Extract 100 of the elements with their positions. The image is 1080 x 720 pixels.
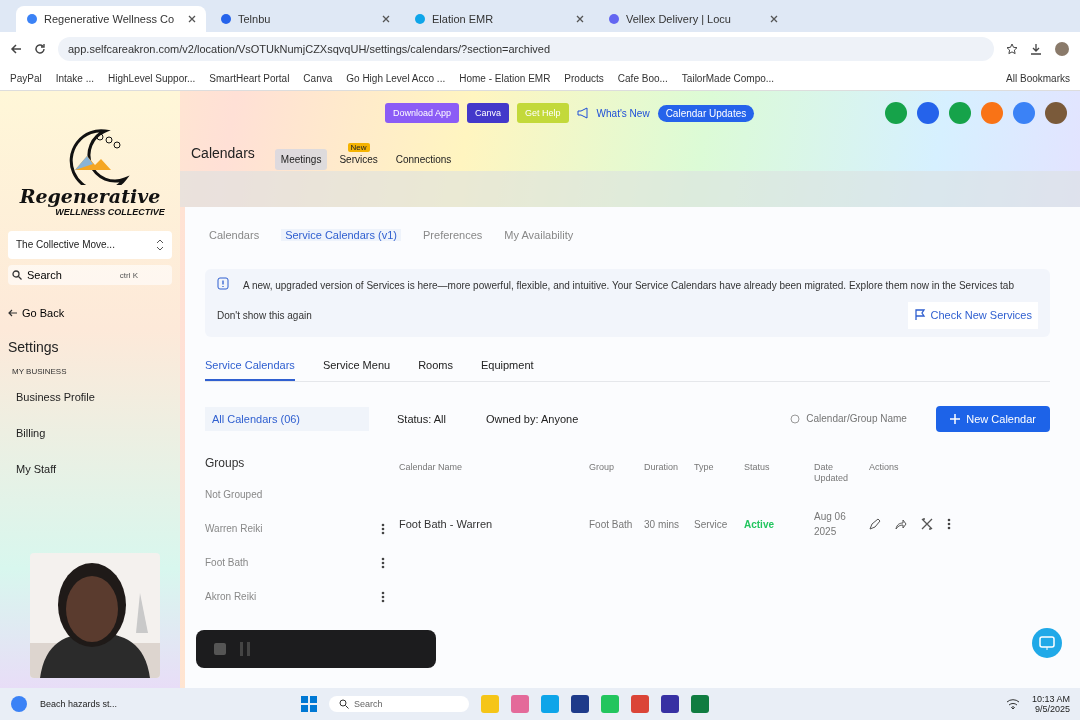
calendar-updates-button[interactable]: Calendar Updates — [657, 104, 755, 122]
weather-text: Beach hazards st... — [40, 699, 118, 709]
section-tab[interactable]: Equipment — [481, 354, 534, 381]
sidebar-item[interactable]: Billing — [8, 418, 172, 448]
bookmark[interactable]: Go High Level Acco ... — [346, 72, 446, 84]
bookmark[interactable]: Products — [564, 72, 604, 84]
site-icon[interactable] — [414, 13, 426, 25]
bookmark[interactable]: PayPal — [10, 72, 42, 84]
pencil-icon[interactable] — [869, 518, 881, 531]
sidebar-item[interactable]: Business Profile — [8, 382, 172, 412]
bookmark[interactable]: TailorMade Compo... — [681, 72, 775, 84]
clock-time: 10:13 AM — [1031, 694, 1070, 704]
column-header: Group — [588, 460, 615, 474]
close-icon[interactable] — [382, 15, 390, 23]
settings-tab[interactable]: Preferences — [423, 229, 483, 241]
bookmark[interactable]: Cafe Boo... — [617, 72, 668, 84]
owner-filter[interactable]: Owned by: Anyone — [485, 412, 579, 425]
settings-tab[interactable]: My Availability — [504, 229, 574, 241]
group-item[interactable]: Not Grouped — [205, 489, 263, 501]
settings-tab[interactable]: Calendars — [209, 229, 260, 241]
toolbar-button[interactable]: Canva — [467, 103, 510, 123]
section-tab[interactable]: Service Calendars — [205, 354, 295, 381]
close-icon[interactable] — [576, 15, 584, 23]
site-icon[interactable] — [220, 13, 232, 25]
bookmark[interactable]: SmartHeart Portal — [209, 72, 290, 84]
column-header: Actions — [868, 460, 900, 474]
table-cell-text: 30 mins — [643, 517, 680, 532]
back-arrow-icon — [8, 308, 18, 318]
back-arrow-icon[interactable] — [10, 43, 22, 55]
clock-date: 9/5/2025 — [1034, 704, 1070, 714]
toolbar-button[interactable]: Download App — [385, 103, 460, 123]
dismiss-link[interactable]: Don't show this again — [217, 306, 312, 324]
app-icon[interactable] — [571, 695, 590, 713]
section-label: MY BUSINESS — [11, 367, 68, 376]
bookmark[interactable]: Intake ... — [55, 72, 95, 84]
browser-tab[interactable]: Regenerative Wellness Co — [16, 6, 206, 32]
location-switcher[interactable]: The Collective Move... — [8, 231, 172, 259]
browser-tab[interactable]: Vellex Delivery | Locu — [598, 6, 788, 32]
user-avatar-icon[interactable] — [1044, 101, 1068, 125]
new-calendar-button[interactable]: New Calendar — [936, 405, 1050, 432]
more-options-icon[interactable] — [947, 518, 951, 531]
search-field[interactable]: Calendar/Group Name — [790, 412, 919, 426]
sidebar-item[interactable]: My Staff — [8, 454, 172, 484]
nav-tab[interactable]: Meetings — [274, 149, 328, 170]
info-icon — [217, 277, 229, 291]
brand-tagline: WELLNESS COLLECTIVE — [55, 207, 165, 217]
app-icon[interactable] — [661, 695, 680, 713]
close-icon[interactable] — [770, 15, 778, 23]
group-item[interactable]: Foot Bath — [205, 557, 249, 569]
windows-start-icon[interactable] — [301, 696, 318, 712]
brand-name: Regenerative — [19, 185, 161, 207]
column-header: Date Updated — [813, 460, 850, 486]
site-icon[interactable] — [26, 13, 38, 25]
go-back-link[interactable]: Go Back — [8, 307, 172, 319]
bookmark[interactable]: HighLevel Suppor... — [108, 72, 196, 84]
search-icon — [339, 699, 350, 709]
column-header: Calendar Name — [398, 460, 464, 474]
chat-icon — [1039, 636, 1055, 650]
plus-icon — [950, 413, 961, 424]
more-options-icon[interactable] — [381, 556, 385, 569]
taskbar-search[interactable]: Search — [329, 696, 470, 712]
browser-tab[interactable]: Telnbu — [210, 6, 400, 32]
table-cell-text: Aug 06 2025 — [813, 510, 847, 540]
whats-new-link[interactable]: What's New — [596, 107, 650, 119]
nav-tab[interactable]: Services — [333, 149, 384, 170]
section-tab[interactable]: Service Menu — [322, 354, 391, 381]
site-icon[interactable] — [608, 13, 620, 25]
browser-tab[interactable]: Elation EMR — [404, 6, 594, 32]
check-new-services-button[interactable]: Check New Services — [907, 302, 1038, 329]
table-cell-text: Service — [693, 517, 729, 532]
more-options-icon[interactable] — [381, 590, 385, 603]
notice-text: A new, upgraded version of Services is here—more powerful, flexible, and intuitive. Your Service Calendars have already been migrated. Explore them now in the Services tab — [243, 279, 1015, 293]
group-item[interactable]: Akron Reiki — [205, 591, 257, 603]
profile-avatar-icon[interactable] — [1054, 41, 1070, 57]
reload-icon[interactable] — [34, 43, 46, 55]
table-cell-text: Foot Bath - Warren — [398, 516, 494, 532]
section-tab[interactable]: Rooms — [418, 354, 453, 381]
status-filter[interactable]: Status: All — [397, 412, 446, 425]
column-header: Type — [693, 460, 715, 474]
tools-icon[interactable] — [921, 518, 933, 531]
bookmark[interactable]: Home - Elation EMR — [459, 72, 551, 84]
settings-title: Settings — [8, 339, 60, 355]
address-bar[interactable]: app.selfcareakron.com/v2/location/VsOTUkNumjCZXsqvqUH/settings/calendars/?section=archived — [58, 37, 994, 61]
settings-tab[interactable]: Service Calendars (v1) — [281, 229, 401, 241]
nav-tab[interactable]: Connections — [389, 149, 458, 170]
close-icon[interactable] — [188, 15, 196, 23]
all-calendars-filter[interactable]: All Calendars (06) — [205, 406, 369, 431]
search-field[interactable]: Search ctrl K — [8, 265, 172, 285]
share-icon[interactable] — [895, 518, 907, 531]
more-options-icon[interactable] — [381, 522, 385, 535]
search-icon — [790, 413, 801, 424]
all-bookmarks[interactable]: All Bookmarks — [1006, 72, 1070, 84]
group-item[interactable]: Warren Reiki — [205, 523, 263, 535]
column-header: Duration — [643, 460, 680, 474]
bookmark[interactable]: Canva — [303, 72, 333, 84]
page-title: Calendars — [191, 145, 255, 161]
flag-icon — [913, 309, 926, 322]
download-icon[interactable] — [1030, 43, 1042, 55]
wifi-icon — [1005, 698, 1020, 710]
star-icon[interactable] — [1006, 43, 1018, 55]
